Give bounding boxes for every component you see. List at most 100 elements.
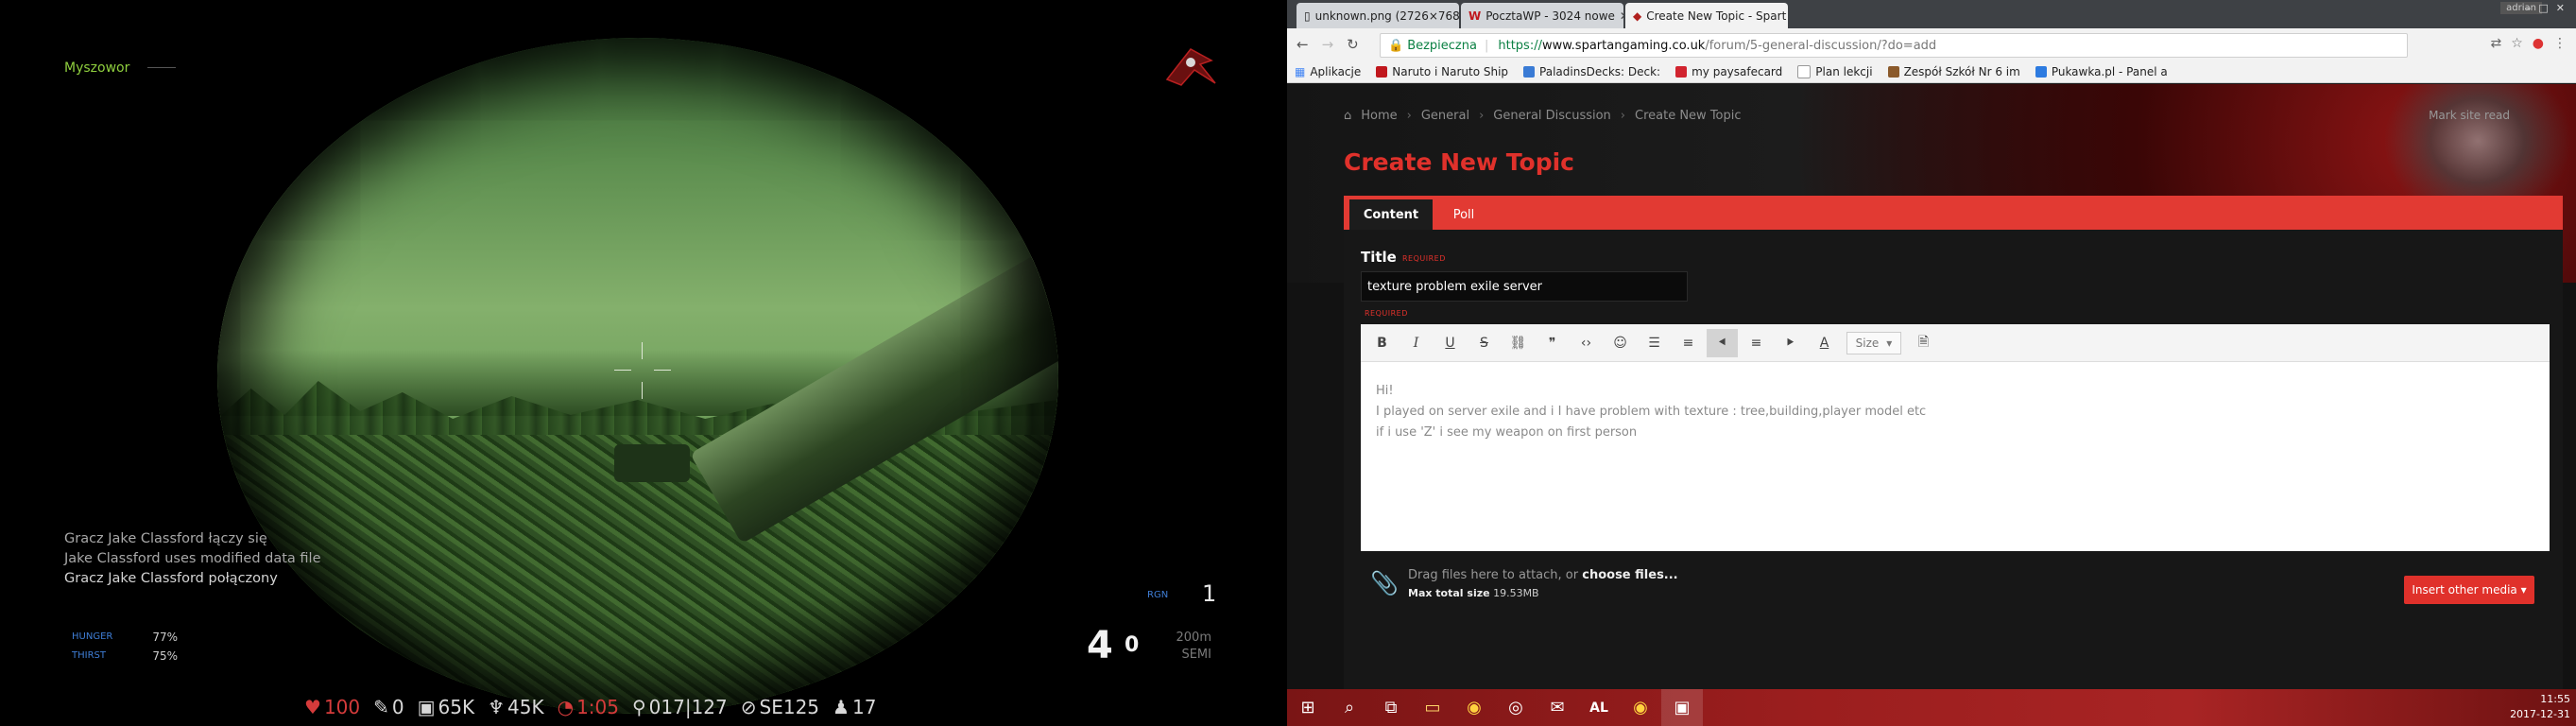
numbered-list-icon[interactable]: ≡ [1673, 329, 1704, 357]
underline-button[interactable]: U [1434, 329, 1466, 357]
align-right-icon[interactable]: ⯈ [1775, 329, 1806, 357]
breadcrumb-general[interactable]: General [1421, 109, 1469, 123]
minimize-icon[interactable]: – [2526, 2, 2539, 14]
attach-instructions: Drag files here to attach, or choose fil… [1408, 568, 1678, 582]
editor-content[interactable]: Hi! I played on server exile and i I hav… [1376, 381, 1926, 443]
window-controls: –□✕ [2526, 2, 2572, 14]
bookmark[interactable]: Zespół Szkół Nr 6 im [1887, 65, 2020, 78]
required-badge: REQUIRED [1365, 309, 1408, 318]
clock-time: 11:55 [2540, 693, 2570, 705]
mark-site-read-link[interactable]: Mark site read [2429, 109, 2510, 122]
forward-icon[interactable]: → [1322, 36, 1334, 53]
time-value: 1:05 [576, 696, 619, 718]
bookmark-favicon-icon [1887, 65, 1899, 78]
players-value: 017|127 [648, 696, 728, 718]
players-stat: ⚲ 017|127 [632, 696, 728, 718]
file-explorer-icon[interactable]: ▭ [1412, 689, 1453, 726]
spartan-icon: ◆ [1633, 9, 1642, 23]
player-name-underline [147, 67, 176, 68]
clock-date: 2017-12-31 [2510, 708, 2570, 720]
thirst-value: 75% [152, 649, 178, 663]
menu-icon[interactable]: ⋮ [2553, 36, 2567, 51]
bookmark-favicon-icon [1675, 65, 1688, 78]
bookmark[interactable]: Naruto i Naruto Ship [1376, 65, 1508, 78]
italic-button[interactable]: I [1400, 329, 1432, 357]
emoji-icon[interactable]: ☺ [1605, 329, 1636, 357]
system-clock[interactable]: 11:55 2017-12-31 [2510, 692, 2570, 722]
max-size-info: Max total size 19.53MB [1408, 587, 1539, 599]
search-icon[interactable]: ⌕ [1329, 689, 1370, 726]
breadcrumb-home[interactable]: Home [1361, 109, 1397, 123]
bookmark[interactable]: Plan lekcji [1797, 64, 1873, 78]
bookmark-apps[interactable]: ▦ Aplikacje [1295, 65, 1361, 78]
zeroing-info: 200m SEMI [1166, 630, 1211, 664]
secure-indicator[interactable]: 🔒 Bezpieczna [1388, 39, 1477, 53]
steam-icon[interactable]: ◎ [1495, 689, 1537, 726]
group-icon: ♟ [833, 696, 850, 718]
page-title: Create New Topic [1344, 148, 1574, 176]
align-center-icon[interactable]: ≡ [1741, 329, 1772, 357]
blood-drop-icon: ♥ [304, 696, 321, 718]
preview-icon[interactable]: 🗎 [1908, 329, 1939, 357]
reload-icon[interactable]: ↻ [1347, 36, 1359, 53]
extension-icons: ⇄ ☆ ● ⋮ [2490, 36, 2567, 51]
arma-launcher-icon[interactable]: AL [1578, 689, 1620, 726]
editor-toolbar: B I U S ⛓ ❞ ‹› ☺ ☰ ≡ ⯇ ≡ ⯈ A Size ▾ 🗎 [1361, 324, 2550, 362]
bookmark[interactable]: Pukawka.pl - Panel a [2035, 65, 2168, 78]
close-tab-icon[interactable]: ✕ [1620, 9, 1623, 23]
browser-tab[interactable]: W PocztaWP - 3024 nowe ✕ [1461, 3, 1623, 28]
url-input[interactable]: 🔒 Bezpieczna | https://www.spartangaming.… [1380, 33, 2408, 58]
page-icon [1797, 64, 1812, 78]
mail-icon[interactable]: ✉ [1537, 689, 1578, 726]
browser-tab[interactable]: ▯ unknown.png (2726×768) ✕ [1297, 3, 1459, 28]
browser-tab-active[interactable]: ◆ Create New Topic - Spart ✕ [1625, 3, 1788, 28]
form-tab-bar: Content Poll [1344, 196, 2563, 230]
translate-icon[interactable]: ⇄ [2490, 36, 2501, 51]
code-icon[interactable]: ‹› [1571, 329, 1602, 357]
font-size-select[interactable]: Size ▾ [1846, 331, 1901, 354]
bookmark-favicon-icon [2035, 65, 2047, 78]
page-icon: ▯ [1304, 9, 1311, 23]
back-icon[interactable]: ← [1297, 36, 1309, 53]
chrome-icon[interactable]: ◉ [1620, 689, 1661, 726]
attachment-area[interactable]: 📎 Drag files here to attach, or choose f… [1361, 561, 2550, 617]
link-icon[interactable]: ⛓ [1503, 329, 1534, 357]
tab-poll[interactable]: Poll [1442, 199, 1485, 230]
group-stat: ♟ 17 [833, 696, 876, 718]
bank-icon: ♆ [488, 696, 506, 718]
bookmark[interactable]: my paysafecard [1675, 65, 1782, 78]
player-name: Myszowor [64, 60, 130, 76]
title-label: Title [1361, 249, 1397, 266]
bold-button[interactable]: B [1366, 329, 1398, 357]
title-input[interactable]: texture problem exile server [1361, 271, 1688, 302]
insert-other-media-button[interactable]: Insert other media ▾ [2404, 576, 2534, 604]
close-window-icon[interactable]: ✕ [2556, 2, 2572, 14]
maximize-icon[interactable]: □ [2538, 2, 2555, 14]
ammo-count: 4 [1087, 624, 1113, 667]
blood-stat: ✎ 0 [373, 696, 404, 718]
star-icon[interactable]: ☆ [2511, 36, 2523, 51]
tab-content[interactable]: Content [1349, 199, 1433, 230]
crosshair-icon [614, 342, 671, 399]
group-value: 17 [851, 696, 877, 718]
bullet-list-icon[interactable]: ☰ [1639, 329, 1670, 357]
task-view-icon[interactable]: ⧉ [1370, 689, 1412, 726]
start-button-icon[interactable]: ⊞ [1287, 689, 1329, 726]
caret-down-icon: ▾ [1886, 336, 1893, 350]
breadcrumb-general-discussion[interactable]: General Discussion [1493, 109, 1611, 123]
rich-text-editor[interactable]: B I U S ⛓ ❞ ‹› ☺ ☰ ≡ ⯇ ≡ ⯈ A Size ▾ 🗎 Hi… [1361, 324, 2550, 551]
hunger-value: 77% [152, 631, 178, 644]
align-left-icon[interactable]: ⯇ [1707, 328, 1738, 357]
text-color-icon[interactable]: A [1809, 329, 1840, 357]
bookmark[interactable]: PaladinsDecks: Deck: [1523, 65, 1660, 78]
choose-files-link[interactable]: choose files... [1582, 568, 1677, 582]
chrome-icon[interactable]: ◉ [1453, 689, 1495, 726]
thirst-label: THIRST [72, 650, 106, 661]
chat-line: Jake Classford uses modified data file [64, 551, 321, 566]
regen-label: RGN [1147, 590, 1169, 600]
url-text: https://www.spartangaming.co.uk/forum/5-… [1498, 38, 1937, 53]
quote-icon[interactable]: ❞ [1537, 329, 1568, 357]
extension-icon[interactable]: ● [2533, 36, 2544, 51]
game-app-icon[interactable]: ▣ [1661, 689, 1703, 726]
strikethrough-button[interactable]: S [1468, 329, 1500, 357]
